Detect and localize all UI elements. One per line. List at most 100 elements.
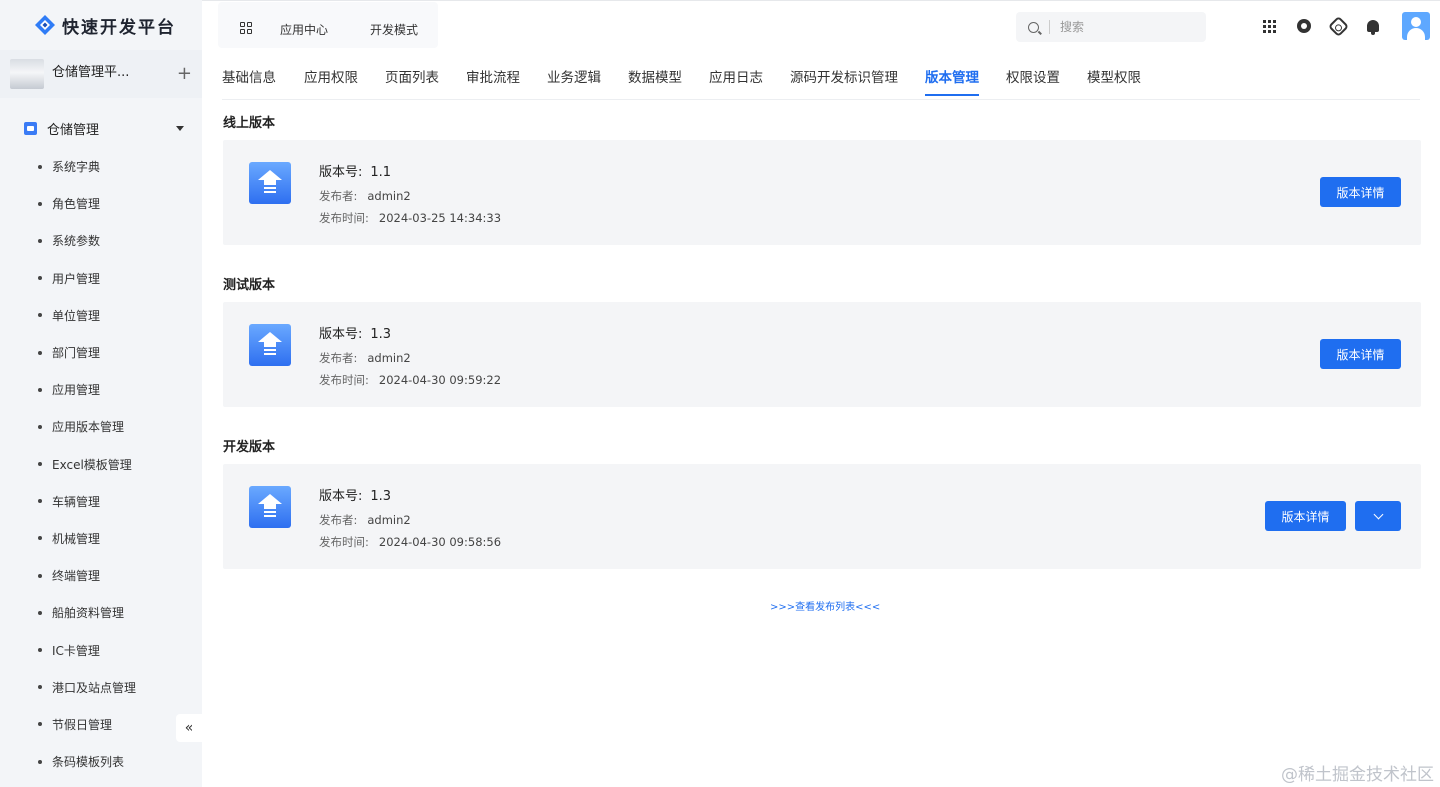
sidebar-item-label: 系统参数 <box>52 234 101 249</box>
bullet-icon <box>38 759 42 764</box>
sidebar-item[interactable]: 终端管理 <box>0 557 202 594</box>
sidebar-item-label: 用户管理 <box>52 271 101 286</box>
sidebar-item[interactable]: 系统参数 <box>0 222 202 259</box>
sidebar-item[interactable]: 单位管理 <box>0 297 202 334</box>
current-app-name: 仓储管理平... <box>52 64 130 80</box>
caret-down-icon <box>176 125 184 131</box>
version-detail-button[interactable]: 版本详情 <box>1320 339 1401 369</box>
bullet-icon <box>38 462 42 467</box>
bullet-icon <box>38 350 42 355</box>
bullet-icon <box>38 387 42 392</box>
view-publish-list-link[interactable]: >>>查看发布列表<<< <box>770 598 880 613</box>
bullet-icon <box>38 499 42 504</box>
tab-business-logic[interactable]: 业务逻辑 <box>547 66 601 94</box>
sidebar-item[interactable]: 系统字典 <box>0 148 202 185</box>
bell-icon[interactable] <box>1365 18 1381 35</box>
bullet-icon <box>38 685 42 690</box>
sidebar-item-label: 条码模板列表 <box>52 755 125 770</box>
logo-text: 快速开发平台 <box>62 17 176 38</box>
bullet-icon <box>38 573 42 578</box>
tab-basic-info[interactable]: 基础信息 <box>222 66 276 94</box>
tab-version-management[interactable]: 版本管理 <box>925 66 979 96</box>
menu-list: 系统字典 角色管理 系统参数 用户管理 单位管理 部门管理 应用管理 应用版本管… <box>0 148 202 780</box>
sidebar-item-label: IC卡管理 <box>52 643 100 658</box>
app-thumbnail <box>10 59 44 89</box>
tab-approval-flow[interactable]: 审批流程 <box>466 66 520 94</box>
sidebar-item-label: 系统字典 <box>52 160 101 175</box>
sidebar-item-label: 终端管理 <box>52 569 101 584</box>
publisher: 发布者: admin2 <box>319 351 411 365</box>
tab-permission-settings[interactable]: 权限设置 <box>1006 66 1060 94</box>
upload-icon <box>249 324 291 366</box>
logo[interactable]: 快速开发平台 <box>0 0 202 50</box>
collapse-sidebar-button[interactable]: « <box>176 714 202 742</box>
app-grid-icon[interactable] <box>240 22 252 34</box>
top-bar: 应用中心 开发模式 <box>202 0 1440 50</box>
sidebar-item-label: 车辆管理 <box>52 494 101 509</box>
sidebar-item-label: 应用版本管理 <box>52 420 125 435</box>
apps-icon[interactable] <box>1261 18 1277 34</box>
tab-model-permissions[interactable]: 模型权限 <box>1087 66 1141 94</box>
tab-page-list[interactable]: 页面列表 <box>385 66 439 94</box>
version-number: 版本号: 1.3 <box>319 327 392 342</box>
avatar[interactable] <box>1402 12 1430 40</box>
sidebar-item[interactable]: 机械管理 <box>0 520 202 557</box>
bullet-icon <box>38 648 42 653</box>
version-detail-button[interactable]: 版本详情 <box>1265 501 1346 531</box>
sidebar-item[interactable]: 车辆管理 <box>0 483 202 520</box>
sidebar-item[interactable]: 节假日管理 <box>0 706 202 743</box>
sidebar-item-label: 单位管理 <box>52 308 101 323</box>
publish-time: 发布时间: 2024-04-30 09:59:22 <box>319 373 502 387</box>
version-card-dev: 版本号: 1.3 发布者: admin2 发布时间: 2024-04-30 09:58… <box>223 464 1421 569</box>
section-title-online: 线上版本 <box>223 116 276 131</box>
sidebar-item[interactable]: Excel模板管理 <box>0 446 202 483</box>
nav-dev-mode[interactable]: 开发模式 <box>370 21 418 38</box>
tab-bar: 基础信息 应用权限 页面列表 审批流程 业务逻辑 数据模型 应用日志 源码开发标… <box>222 56 1420 100</box>
config-icon[interactable] <box>1327 15 1349 37</box>
tab-source-dev-id[interactable]: 源码开发标识管理 <box>790 66 898 94</box>
sidebar-item[interactable]: 船舶资料管理 <box>0 594 202 631</box>
search-divider <box>1049 20 1050 34</box>
sidebar-item[interactable]: 部门管理 <box>0 334 202 371</box>
sidebar-item-label: 港口及站点管理 <box>52 680 137 695</box>
version-card-online: 版本号: 1.1 发布者: admin2 发布时间: 2024-03-25 14:34… <box>223 140 1421 245</box>
current-app[interactable]: 仓储管理平... + <box>0 50 202 98</box>
upload-icon <box>249 162 291 204</box>
search-box[interactable] <box>1016 12 1206 42</box>
more-actions-dropdown[interactable] <box>1355 501 1401 531</box>
sidebar-item-label: 部门管理 <box>52 346 101 361</box>
bullet-icon <box>38 201 42 206</box>
sidebar-item[interactable]: 角色管理 <box>0 185 202 222</box>
bullet-icon <box>38 313 42 318</box>
sidebar-item[interactable]: 应用版本管理 <box>0 408 202 445</box>
settings-icon[interactable] <box>1296 18 1312 34</box>
section-title-test: 测试版本 <box>223 278 276 293</box>
sidebar-item[interactable]: 应用管理 <box>0 371 202 408</box>
bullet-icon <box>38 164 42 169</box>
sidebar-item[interactable]: 港口及站点管理 <box>0 669 202 706</box>
sidebar-item-label: 船舶资料管理 <box>52 606 125 621</box>
watermark: @稀土掘金技术社区 <box>1281 765 1434 785</box>
tab-app-log[interactable]: 应用日志 <box>709 66 763 94</box>
publish-time: 发布时间: 2024-03-25 14:34:33 <box>319 211 502 225</box>
nav-app-center[interactable]: 应用中心 <box>280 21 328 38</box>
chevron-down-icon <box>1373 509 1383 519</box>
search-input[interactable] <box>1060 20 1190 34</box>
sidebar-item[interactable]: IC卡管理 <box>0 631 202 668</box>
upload-icon <box>249 486 291 528</box>
sidebar-item-label: 角色管理 <box>52 197 101 212</box>
publish-time: 发布时间: 2024-04-30 09:58:56 <box>319 535 502 549</box>
publisher: 发布者: admin2 <box>319 189 411 203</box>
tab-data-model[interactable]: 数据模型 <box>628 66 682 94</box>
bullet-icon <box>38 722 42 727</box>
version-number: 版本号: 1.1 <box>319 165 392 180</box>
sidebar-item[interactable]: 条码模板列表 <box>0 743 202 780</box>
menu-group-warehouse[interactable]: 仓储管理 <box>0 108 202 148</box>
bullet-icon <box>38 536 42 541</box>
bullet-icon <box>38 424 42 429</box>
publisher: 发布者: admin2 <box>319 513 411 527</box>
sidebar-item[interactable]: 用户管理 <box>0 260 202 297</box>
plus-icon[interactable]: + <box>177 65 192 83</box>
version-detail-button[interactable]: 版本详情 <box>1320 177 1401 207</box>
tab-app-permissions[interactable]: 应用权限 <box>304 66 358 94</box>
